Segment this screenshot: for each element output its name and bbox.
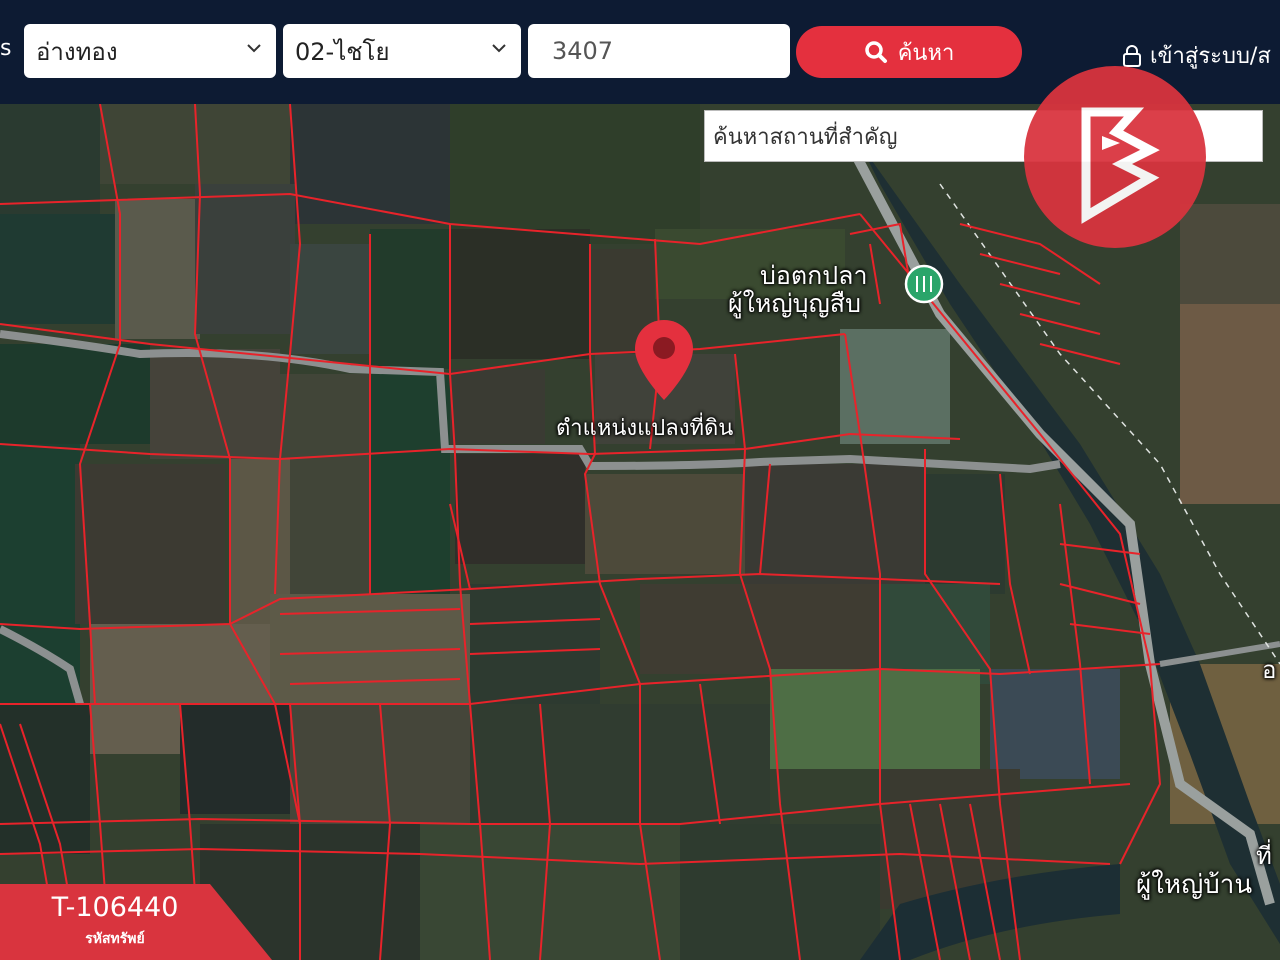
village-label: ผู้ใหญ่บ้าน [1136,870,1253,900]
map-edge-label-2: ที่ [1256,842,1272,870]
search-bar-cut-label: s [0,36,12,61]
search-button-label: ค้นหา [897,40,955,66]
parcel-number-value: 3407 [552,37,614,65]
login-link[interactable]: เข้าสู่ระบบ/ส [1122,38,1271,73]
search-button[interactable]: ค้นหา [796,26,1022,78]
asset-code-caption: รหัสทรัพย์ [85,931,145,947]
search-icon [864,41,887,63]
district-select[interactable]: 02-ไชโย [283,24,521,78]
asset-code: T-106440 [51,892,179,923]
place-search-placeholder: ค้นหาสถานที่สำคัญ [713,124,898,150]
province-select[interactable]: อ่างทอง [24,24,276,78]
chevron-down-icon [492,44,506,53]
parcel-number-input[interactable]: 3407 [528,24,790,78]
login-link-label: เข้าสู่ระบบ/ส [1150,44,1271,69]
chevron-down-icon [247,44,261,53]
poi-name-line2: ผู้ใหญ่บุญสืบ [728,289,861,318]
brand-logo [1024,66,1206,248]
district-select-value: 02-ไชโย [295,37,390,66]
poi-marker-icon[interactable] [904,264,944,304]
map-edge-label-1: อ [1262,656,1277,684]
lock-icon [1123,44,1141,67]
parcel-location-label: ตำแหน่งแปลงที่ดิน [556,416,734,441]
province-select-value: อ่างทอง [36,37,118,66]
